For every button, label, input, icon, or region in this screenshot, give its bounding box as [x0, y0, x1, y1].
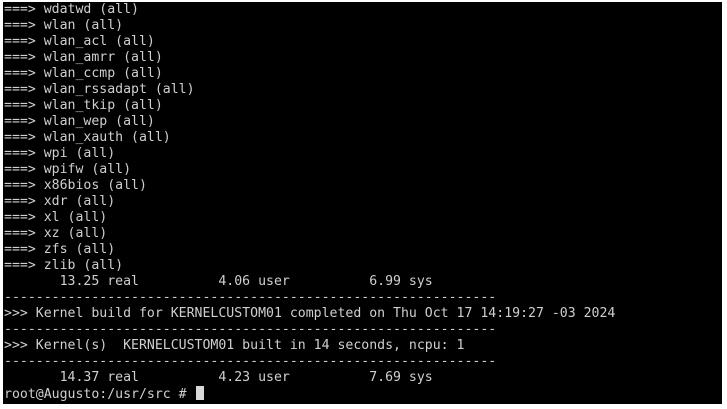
terminal-console[interactable]: ===> wdatwd (all) ===> wlan (all) ===> w…	[3, 2, 722, 404]
output-line: ===> wlan (all)	[4, 18, 124, 33]
output-line: ===> x86bios (all)	[4, 178, 147, 193]
text-cursor	[195, 386, 204, 400]
output-line: ===> xz (all)	[4, 226, 108, 241]
output-line: ===> zlib (all)	[4, 258, 124, 273]
output-line: ===> wlan_rssadapt (all)	[4, 82, 195, 97]
terminal-output: ===> wdatwd (all) ===> wlan (all) ===> w…	[4, 2, 722, 402]
output-line: ===> wlan_xauth (all)	[4, 130, 171, 145]
kernel-built-line: >>> Kernel(s) KERNELCUSTOM01 built in 14…	[4, 338, 465, 353]
shell-prompt: root@Augusto:/usr/src #	[4, 387, 195, 402]
build-complete-line: >>> Kernel build for KERNELCUSTOM01 comp…	[4, 306, 616, 321]
output-line: ===> wpi (all)	[4, 146, 116, 161]
output-line: ===> wdatwd (all)	[4, 2, 139, 17]
output-line: ===> wlan_wep (all)	[4, 114, 155, 129]
output-line: ===> wlan_ccmp (all)	[4, 66, 163, 81]
separator-line: ----------------------------------------…	[4, 354, 497, 369]
output-line: ===> wlan_acl (all)	[4, 34, 155, 49]
output-line: ===> wlan_tkip (all)	[4, 98, 163, 113]
prompt-line[interactable]: root@Augusto:/usr/src #	[4, 386, 722, 402]
screenshot-frame: ===> wdatwd (all) ===> wlan (all) ===> w…	[0, 0, 727, 409]
output-line: ===> wlan_amrr (all)	[4, 50, 163, 65]
output-line: ===> xl (all)	[4, 210, 108, 225]
output-line: ===> xdr (all)	[4, 194, 116, 209]
timing-line: 13.25 real 4.06 user 6.99 sys	[4, 274, 433, 289]
timing-line: 14.37 real 4.23 user 7.69 sys	[4, 370, 433, 385]
output-line: ===> zfs (all)	[4, 242, 116, 257]
output-line: ===> wpifw (all)	[4, 162, 132, 177]
separator-line: ----------------------------------------…	[4, 290, 497, 305]
separator-line: ----------------------------------------…	[4, 322, 497, 337]
